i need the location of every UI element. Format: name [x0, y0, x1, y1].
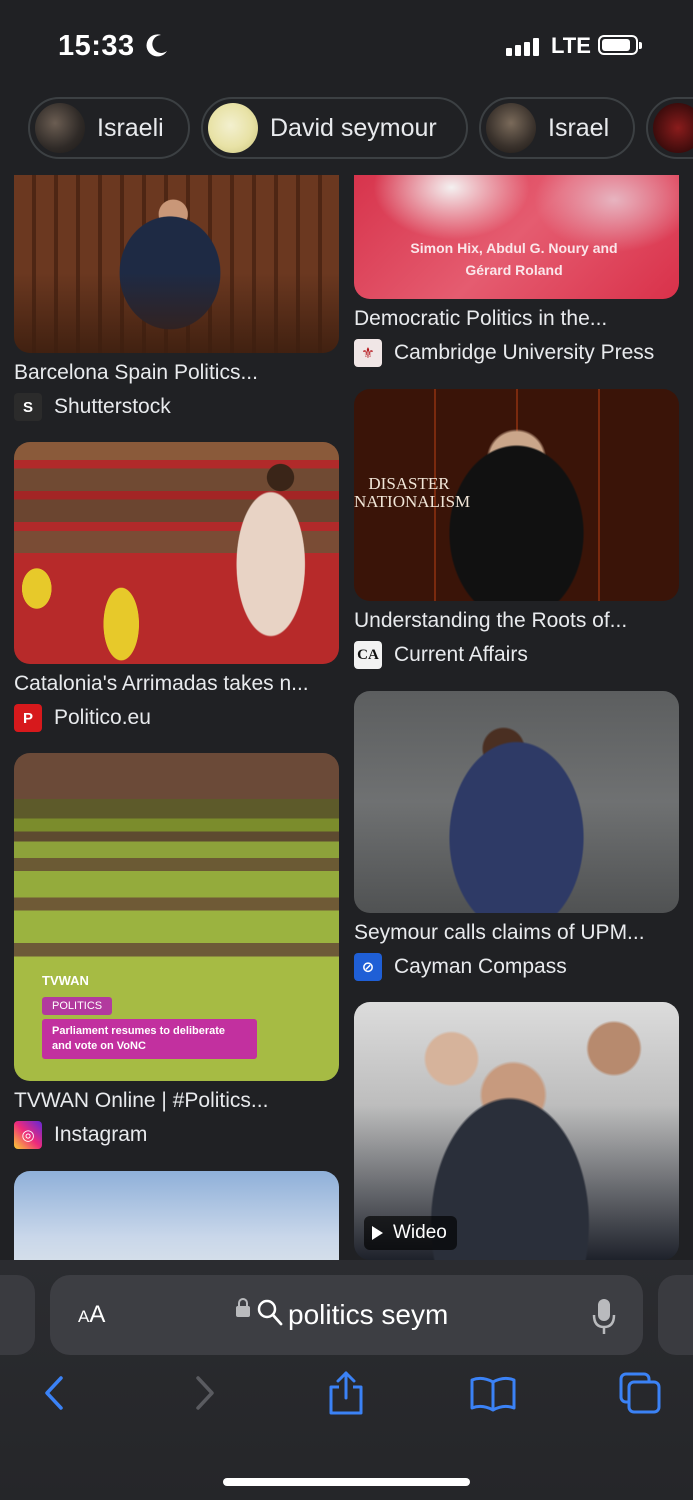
- cayman-compass-icon: ⊘: [354, 953, 382, 981]
- next-tab-preview[interactable]: [658, 1275, 693, 1355]
- chip-thumbnail: [208, 103, 258, 153]
- chip-thumbnail: [653, 103, 693, 153]
- result-source[interactable]: ⚜ Cambridge University Press: [354, 339, 654, 367]
- back-icon[interactable]: [33, 1368, 83, 1418]
- result-image[interactable]: TVWAN POLITICS Parliament resumes to del…: [14, 753, 339, 1081]
- tvwan-tag: POLITICS: [42, 997, 113, 1015]
- book-cover-title: DISASTER NATIONALISM: [354, 474, 471, 511]
- search-icon: [257, 1299, 283, 1326]
- status-bar: 15:33 LTE: [0, 0, 693, 92]
- clock: 15:33: [58, 30, 135, 62]
- result-title[interactable]: TVWAN Online | #Politics...: [14, 1089, 344, 1113]
- result-image[interactable]: [14, 1171, 339, 1260]
- forward-icon[interactable]: [180, 1368, 230, 1418]
- cambridge-icon: ⚜: [354, 339, 382, 367]
- current-affairs-icon: CA: [354, 641, 382, 669]
- related-search-chips: Israeli David seymour Israel: [0, 97, 693, 161]
- share-icon[interactable]: [321, 1368, 371, 1418]
- result-partial[interactable]: [14, 1171, 340, 1260]
- tvwan-brand: TVWAN: [42, 973, 89, 988]
- politico-icon: P: [14, 704, 42, 732]
- bookmarks-icon[interactable]: [468, 1368, 518, 1418]
- video-badge: Wideo: [364, 1216, 457, 1250]
- chip-israeli[interactable]: Israeli: [28, 97, 190, 159]
- chip-partial[interactable]: [646, 97, 693, 159]
- result-image[interactable]: [14, 442, 339, 664]
- moon-icon: [146, 34, 167, 57]
- result-roots[interactable]: DISASTER NATIONALISM Understanding the R…: [354, 389, 680, 679]
- result-image[interactable]: DISASTER NATIONALISM: [354, 389, 679, 601]
- shutterstock-icon: S: [14, 393, 42, 421]
- result-source[interactable]: S Shutterstock: [14, 393, 171, 421]
- result-democratic-politics[interactable]: Simon Hix, Abdul G. Noury and Gérard Rol…: [354, 175, 680, 375]
- result-source[interactable]: ◎ Instagram: [14, 1121, 147, 1149]
- network-type: LTE: [551, 33, 591, 58]
- chip-israel[interactable]: Israel: [479, 97, 635, 159]
- microphone-icon[interactable]: [592, 1297, 616, 1337]
- result-title[interactable]: Democratic Politics in the...: [354, 307, 684, 331]
- result-source[interactable]: P Politico.eu: [14, 704, 151, 732]
- result-source[interactable]: CA Current Affairs: [354, 641, 528, 669]
- tabs-icon[interactable]: [615, 1368, 665, 1418]
- battery-icon: [598, 35, 642, 55]
- browser-bottom-bar: AA politics seym: [0, 1260, 693, 1500]
- result-seymour-upm[interactable]: Seymour calls claims of UPM... ⊘ Cayman …: [354, 691, 680, 991]
- result-image[interactable]: Simon Hix, Abdul G. Noury and Gérard Rol…: [354, 175, 679, 299]
- chip-david-seymour[interactable]: David seymour: [201, 97, 468, 159]
- previous-tab-preview[interactable]: [0, 1275, 35, 1355]
- instagram-icon: ◎: [14, 1121, 42, 1149]
- result-catalonia[interactable]: Catalonia's Arrimadas takes n... P Polit…: [14, 442, 340, 732]
- home-indicator: [223, 1478, 470, 1486]
- result-barcelona[interactable]: Barcelona Spain Politics... S Shuttersto…: [14, 175, 340, 421]
- result-title[interactable]: Understanding the Roots of...: [354, 609, 684, 633]
- result-image[interactable]: Wideo: [354, 1002, 679, 1260]
- result-image[interactable]: [14, 175, 339, 353]
- address-bar[interactable]: AA politics seym: [50, 1275, 643, 1355]
- result-tvwan[interactable]: TVWAN POLITICS Parliament resumes to del…: [14, 753, 340, 1153]
- result-title[interactable]: Catalonia's Arrimadas takes n...: [14, 672, 344, 696]
- result-title[interactable]: Barcelona Spain Politics...: [14, 361, 344, 385]
- tvwan-caption: Parliament resumes to deliberate and vot…: [42, 1019, 257, 1059]
- book-cover-authors: Simon Hix, Abdul G. Noury and Gérard Rol…: [410, 240, 618, 278]
- lock-icon: [236, 1298, 250, 1317]
- chip-thumbnail: [486, 103, 536, 153]
- result-source[interactable]: ⊘ Cayman Compass: [354, 953, 567, 981]
- result-image[interactable]: [354, 691, 679, 913]
- result-video[interactable]: Wideo: [354, 1002, 680, 1260]
- address-text[interactable]: politics seym: [288, 1299, 448, 1331]
- image-results-grid: Barcelona Spain Politics... S Shuttersto…: [0, 175, 693, 1260]
- chip-thumbnail: [35, 103, 85, 153]
- text-size-button[interactable]: AA: [78, 1301, 105, 1329]
- result-title[interactable]: Seymour calls claims of UPM...: [354, 921, 684, 945]
- play-icon: [372, 1226, 383, 1240]
